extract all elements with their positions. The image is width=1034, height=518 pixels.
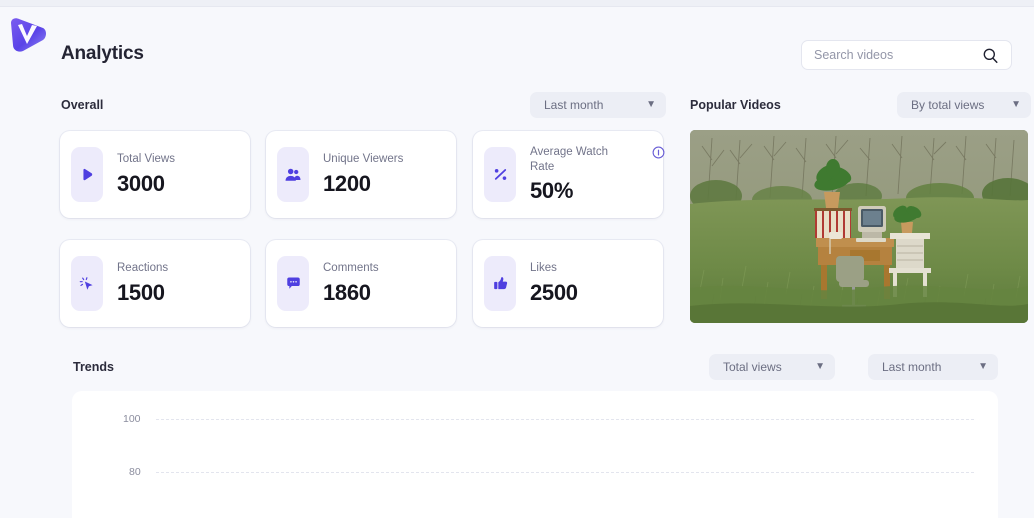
- chevron-down-icon: ▼: [978, 361, 988, 372]
- stat-card-body: Average Watch Rate 50%: [530, 145, 665, 204]
- users-icon: [277, 147, 309, 202]
- stat-card-body: Unique Viewers 1200: [323, 152, 456, 196]
- stat-label: Average Watch Rate: [530, 146, 608, 173]
- section-heading-overall: Overall: [61, 98, 104, 112]
- search-bar[interactable]: [801, 40, 1012, 70]
- cursor-click-icon: [71, 256, 103, 311]
- comment-icon: [277, 256, 309, 311]
- stat-label: Likes: [530, 262, 557, 275]
- gridline-100: [156, 419, 974, 420]
- stat-card-reactions[interactable]: Reactions 1500: [60, 240, 250, 327]
- trends-metric-filter[interactable]: Total views ▼: [709, 354, 835, 380]
- overall-range-filter-label: Last month: [544, 98, 604, 112]
- stat-card-total-views[interactable]: Total Views 3000: [60, 131, 250, 218]
- trends-chart[interactable]: 100 80: [72, 391, 998, 518]
- play-icon: [71, 147, 103, 202]
- stat-card-body: Reactions 1500: [117, 261, 250, 305]
- stat-label: Total Views: [117, 153, 175, 166]
- y-axis-tick-label: 80: [129, 466, 141, 478]
- stat-value: 1200: [323, 170, 371, 196]
- page-title: Analytics: [61, 43, 144, 64]
- stat-label: Unique Viewers: [323, 153, 404, 166]
- popular-sort-filter[interactable]: By total views ▼: [897, 92, 1031, 118]
- stat-label: Comments: [323, 262, 379, 275]
- chevron-down-icon: ▼: [1011, 99, 1021, 110]
- stat-value: 3000: [117, 170, 165, 196]
- video-platform-logo[interactable]: [4, 12, 50, 58]
- section-heading-popular-videos: Popular Videos: [690, 98, 781, 112]
- stat-value: 50%: [530, 177, 574, 203]
- y-axis-tick-label: 100: [123, 413, 141, 425]
- percent-icon: [484, 147, 516, 202]
- trends-range-filter[interactable]: Last month ▼: [868, 354, 998, 380]
- analytics-page: Analytics Overall Last month ▼ Popular V…: [0, 0, 1034, 518]
- chevron-down-icon: ▼: [815, 361, 825, 372]
- gridline-80: [156, 472, 974, 473]
- stat-card-body: Comments 1860: [323, 261, 456, 305]
- popular-video-thumbnail[interactable]: [690, 130, 1028, 323]
- overall-range-filter[interactable]: Last month ▼: [530, 92, 666, 118]
- stat-card-average-watch-rate[interactable]: Average Watch Rate 50%: [473, 131, 665, 218]
- stat-label: Reactions: [117, 262, 169, 275]
- stat-value: 2500: [530, 279, 578, 305]
- trends-range-filter-label: Last month: [882, 360, 942, 374]
- trends-metric-filter-label: Total views: [723, 360, 782, 374]
- browser-top-strip: [0, 0, 1034, 7]
- section-heading-trends: Trends: [73, 360, 114, 374]
- stat-card-likes[interactable]: Likes 2500: [473, 240, 663, 327]
- search-input[interactable]: [814, 42, 982, 68]
- stat-value: 1860: [323, 279, 371, 305]
- thumbs-up-icon: [484, 256, 516, 311]
- stat-card-body: Total Views 3000: [117, 152, 250, 196]
- stat-value: 1500: [117, 279, 165, 305]
- popular-sort-filter-label: By total views: [911, 98, 985, 112]
- chevron-down-icon: ▼: [646, 99, 656, 110]
- stat-card-comments[interactable]: Comments 1860: [266, 240, 456, 327]
- search-icon[interactable]: [982, 47, 999, 64]
- info-icon[interactable]: [652, 146, 665, 159]
- stat-card-unique-viewers[interactable]: Unique Viewers 1200: [266, 131, 456, 218]
- stat-card-body: Likes 2500: [530, 261, 663, 305]
